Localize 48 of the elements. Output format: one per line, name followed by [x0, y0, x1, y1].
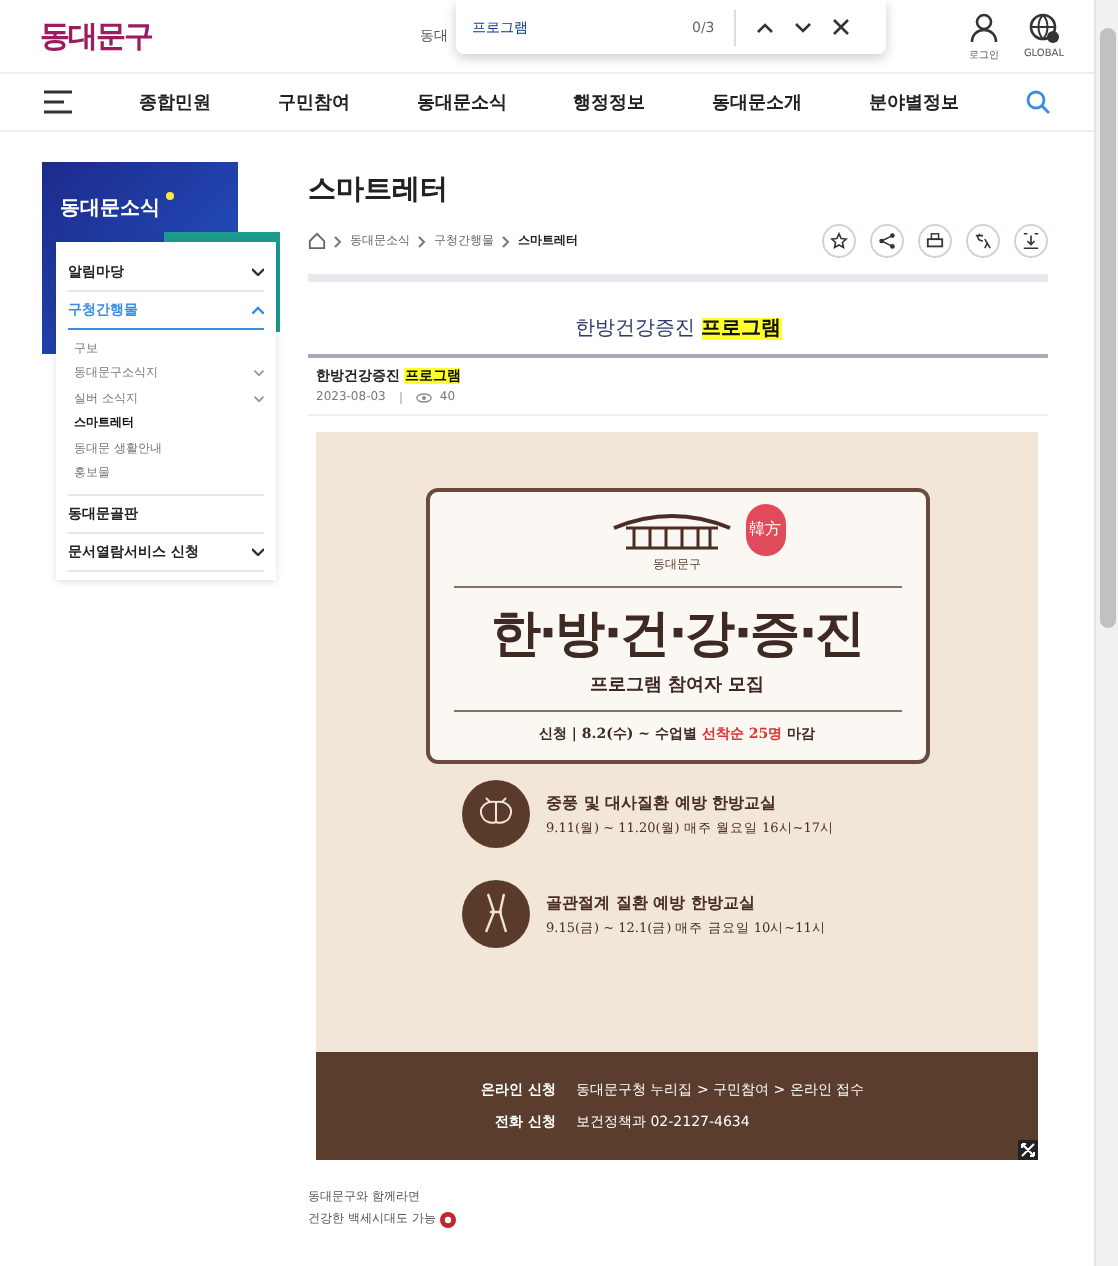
- globe-icon: [1027, 12, 1060, 44]
- chevron-icon: [252, 306, 264, 314]
- nav-item[interactable]: 동대문소개: [712, 89, 803, 115]
- poster-title: 한·방·건·강·증·진: [490, 602, 864, 666]
- poster-subtitle: 프로그램 참여자 모집: [589, 674, 765, 698]
- dot-icon: [166, 192, 174, 200]
- nav-item[interactable]: 종합민원: [138, 89, 211, 115]
- share-button[interactable]: [870, 224, 904, 258]
- chevron-icon: [252, 268, 264, 276]
- print-button[interactable]: [918, 224, 952, 258]
- chevron-icon: [418, 235, 426, 247]
- class-name: 중풍 및 대사질환 예방 한방교실: [546, 791, 779, 813]
- search-icon[interactable]: [1025, 90, 1050, 114]
- share-icon: [878, 232, 896, 250]
- scrollbar[interactable]: [1094, 0, 1118, 1266]
- down-icon[interactable]: [794, 21, 813, 33]
- home-icon[interactable]: [308, 232, 326, 250]
- menu-icon[interactable]: [44, 90, 72, 114]
- chevron-icon: [502, 235, 510, 247]
- nav-item[interactable]: 분야별정보: [869, 89, 960, 115]
- sidebar-title: 동대문소식: [60, 196, 160, 222]
- chevron-icon: [254, 395, 264, 402]
- seal-badge: 韓方: [745, 504, 785, 556]
- up-icon[interactable]: [756, 21, 775, 33]
- article-title: 한방건강증진 프로그램: [308, 314, 1048, 358]
- eye-icon: [415, 391, 432, 403]
- favorite-button[interactable]: [822, 224, 856, 258]
- nav-item[interactable]: 행정정보: [573, 89, 646, 115]
- chevron-icon: [254, 370, 264, 377]
- printer-icon: [926, 232, 944, 250]
- page-title: 스마트레터: [308, 172, 450, 208]
- nav-item[interactable]: 동대문소식: [416, 89, 507, 115]
- download-icon: [1022, 232, 1040, 250]
- expand-icon[interactable]: [1018, 1140, 1038, 1160]
- nav-item[interactable]: 구민참여: [277, 89, 350, 115]
- logo[interactable]: 동대문구: [40, 17, 152, 55]
- translate-button[interactable]: [966, 224, 1000, 258]
- person-icon: [967, 11, 1000, 43]
- chevron-icon: [334, 235, 342, 247]
- translate-icon: [974, 232, 992, 250]
- download-button[interactable]: [1014, 224, 1048, 258]
- close-icon[interactable]: [832, 18, 851, 36]
- roof-icon: [609, 508, 733, 552]
- scrollbar-thumb[interactable]: [1100, 28, 1116, 628]
- chevron-icon: [252, 548, 264, 556]
- marker-icon: [439, 1211, 456, 1227]
- class-name: 골관절계 질환 예방 한방교실: [546, 891, 757, 913]
- star-icon: [830, 232, 848, 250]
